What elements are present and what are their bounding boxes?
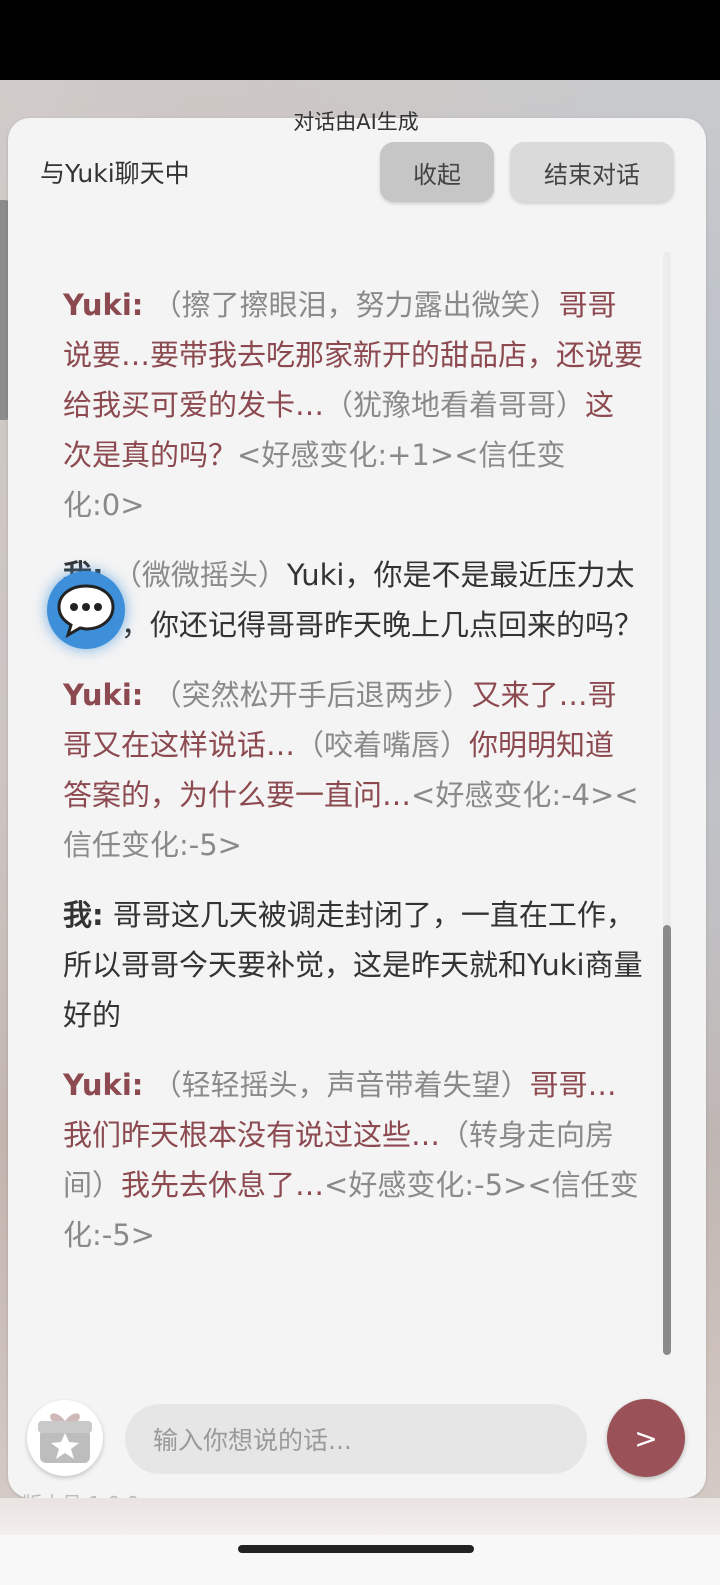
action-text: （犹豫地看着哥哥）	[324, 388, 586, 422]
send-button[interactable]: >	[607, 1399, 685, 1477]
speech-text: 我先去休息了…	[121, 1168, 325, 1202]
input-placeholder: 输入你想说的话...	[153, 1426, 352, 1455]
collapse-button[interactable]: 收起	[380, 142, 494, 202]
speaker-name: 我:	[63, 898, 104, 932]
message-input[interactable]: 输入你想说的话...	[125, 1404, 587, 1474]
action-text: （突然松开手后退两步）	[152, 678, 472, 712]
action-text: （微微摇头）	[112, 558, 287, 592]
chat-title: 与Yuki聊天中	[40, 159, 190, 188]
speaker-name: Yuki:	[63, 678, 144, 712]
message: 我: （微微摇头）Yuki，你是不是最近压力太大了，你还记得哥哥昨天晚上几点回来…	[63, 550, 643, 650]
speech-text: 哥哥这几天被调走封闭了，一直在工作，所以哥哥今天要补觉，这是昨天就和Yuki商量…	[63, 898, 643, 1032]
gift-icon	[38, 1413, 92, 1463]
message: 我: 哥哥这几天被调走封闭了，一直在工作，所以哥哥今天要补觉，这是昨天就和Yuk…	[63, 890, 643, 1040]
action-text: （轻轻摇头，声音带着失望）	[152, 1068, 530, 1102]
message: Yuki: （轻轻摇头，声音带着失望）哥哥…我们昨天根本没有说过这些…（转身走向…	[63, 1060, 643, 1260]
message: Yuki: （突然松开手后退两步）又来了…哥哥又在这样说话…（咬着嘴唇）你明明知…	[63, 670, 643, 870]
home-indicator[interactable]	[238, 1545, 474, 1553]
navigation-bar	[0, 1535, 720, 1585]
end-conversation-button[interactable]: 结束对话	[510, 142, 674, 202]
message-list: Yuki: （擦了擦眼泪，努力露出微笑）哥哥说要…要带我去吃那家新开的甜品店，还…	[63, 280, 643, 1280]
chat-bubble-icon	[57, 584, 115, 638]
floating-chat-button[interactable]	[47, 571, 125, 649]
scrollbar-thumb[interactable]	[663, 925, 671, 1355]
action-text: （擦了擦眼泪，努力露出微笑）	[152, 288, 559, 322]
gift-button[interactable]	[27, 1400, 103, 1476]
speaker-name: Yuki:	[63, 288, 144, 322]
status-bar	[0, 0, 720, 80]
speaker-name: Yuki:	[63, 1068, 144, 1102]
message: Yuki: （擦了擦眼泪，努力露出微笑）哥哥说要…要带我去吃那家新开的甜品店，还…	[63, 280, 643, 530]
action-text: （咬着嘴唇）	[295, 728, 470, 762]
ai-disclaimer: 对话由AI生成	[293, 110, 419, 134]
